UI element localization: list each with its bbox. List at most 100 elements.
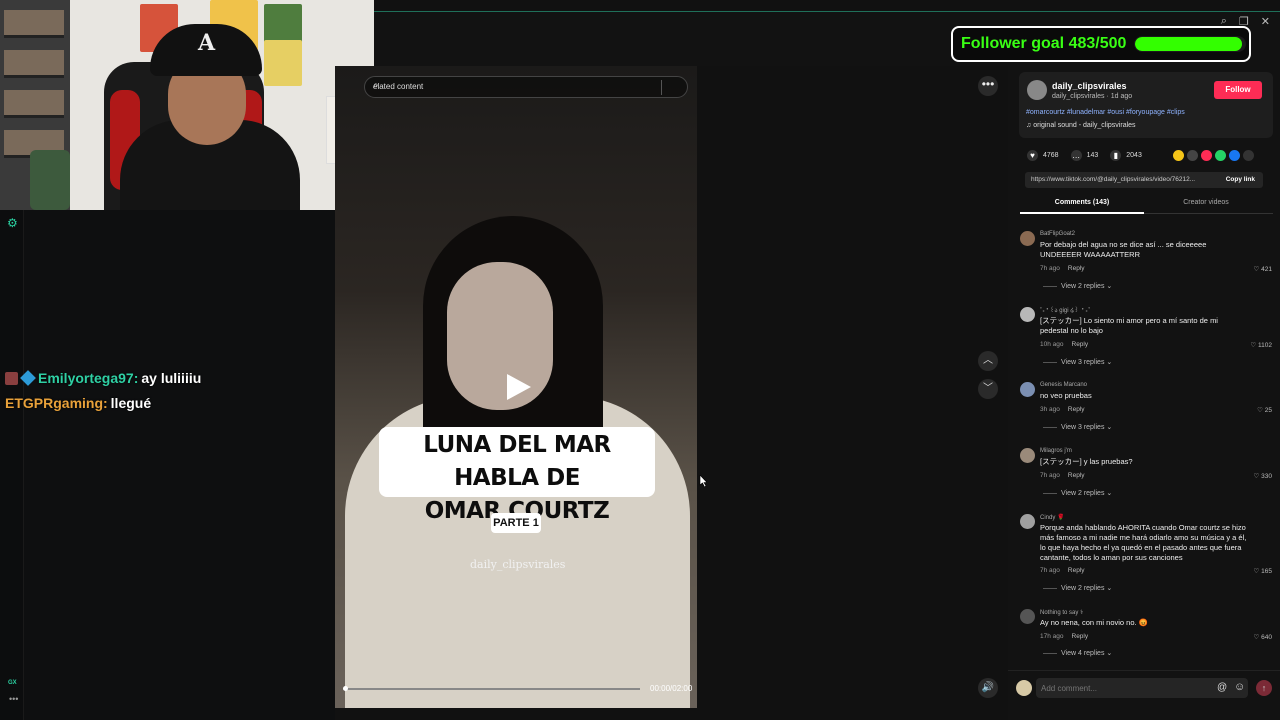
comment-stat[interactable]: … 143 [1070, 150, 1099, 161]
diamond-icon [20, 370, 36, 386]
comment-count: 143 [1086, 152, 1099, 159]
commenter-name[interactable]: ˚₊‧꒰ა gigi ໒꒱ ‧₊˚ [1040, 307, 1090, 314]
comment-age: 7h ago [1040, 472, 1060, 479]
whatsapp-share-icon[interactable] [1215, 150, 1226, 161]
commenter-name[interactable]: Cindy 🌹 [1040, 514, 1064, 521]
comment-item: ˚₊‧꒰ა gigi ໒꒱ ‧₊˚ [ステッカー] Lo siento mi a… [1020, 307, 1276, 377]
comment-icon: … [1070, 150, 1082, 161]
emoji-icon[interactable]: ☺ [1234, 681, 1245, 693]
chat-text: llegué [110, 395, 152, 411]
coin-share-icon[interactable] [1173, 150, 1184, 161]
hashtags[interactable]: #omarcourtz #lunadelmar #ousi #foryoupag… [1026, 109, 1185, 116]
follower-goal-widget: Follower goal 483/500 [951, 26, 1251, 62]
comment-like[interactable]: ♡ 640 [1254, 633, 1273, 641]
commenter-name[interactable]: Nothing to say ⚕ [1040, 609, 1083, 616]
video-title-card: LUNA DEL MAR HABLA DE OMAR COURTZ [379, 427, 655, 524]
comment-meta: 3h ago Reply [1040, 406, 1085, 413]
comment-age: 3h ago [1040, 406, 1060, 413]
reply-button[interactable]: Reply [1072, 341, 1089, 348]
comment-meta: 10h ago Reply [1040, 341, 1088, 348]
cap-logo: A [198, 30, 216, 56]
paper-plane-share-icon[interactable] [1201, 150, 1212, 161]
comment-like[interactable]: ♡ 421 [1254, 265, 1273, 273]
search-bar[interactable]: elated content ⌕ [364, 76, 688, 98]
reply-button[interactable]: Reply [1068, 567, 1085, 574]
commenter-avatar[interactable] [1020, 609, 1035, 624]
video-watermark: daily_clipsvirales [470, 558, 566, 571]
reply-button[interactable]: Reply [1068, 472, 1085, 479]
view-replies-label: View 3 replies [1061, 359, 1105, 366]
comment-age: 10h ago [1040, 341, 1064, 348]
badge-icon [5, 371, 18, 385]
video-time: 00:00/02:00 [650, 684, 693, 693]
video-progress-bar[interactable] [343, 686, 640, 691]
commenter-avatar[interactable] [1020, 307, 1035, 322]
progress-handle[interactable] [343, 686, 348, 691]
creator-meta: daily_clipsvirales · 1d ago [1052, 93, 1133, 100]
creator-avatar[interactable] [1027, 80, 1047, 100]
mention-icon[interactable]: @ [1217, 682, 1227, 693]
share-icon[interactable] [1243, 150, 1254, 161]
view-replies-button[interactable]: View 2 replies ⌄ [1043, 584, 1112, 592]
stream-left-panel [0, 210, 335, 720]
my-avatar [1016, 680, 1032, 696]
commenter-name[interactable]: Milagros j'm [1040, 448, 1072, 454]
comment-meta: 7h ago Reply [1040, 567, 1085, 574]
play-icon[interactable] [503, 372, 533, 402]
comment-like[interactable]: ♡ 330 [1254, 472, 1273, 480]
chat-text: ay luliiiiu [141, 370, 202, 386]
follower-goal-fill [1135, 37, 1242, 51]
comment-text: [ステッカー] y las pruebas? [1040, 457, 1133, 466]
commenter-name[interactable]: Genesis Marcano [1040, 382, 1087, 388]
view-replies-label: View 2 replies [1061, 490, 1105, 497]
like-stat[interactable]: ♥ 4768 [1027, 150, 1059, 161]
comment-meta: 7h ago Reply [1040, 472, 1085, 479]
follower-goal-label: Follower goal 483/500 [961, 35, 1127, 52]
view-replies-button[interactable]: View 4 replies ⌄ [1043, 649, 1112, 657]
more-options-button[interactable]: ••• [978, 76, 998, 96]
comment-like-count: 165 [1261, 568, 1272, 575]
follow-button[interactable]: Follow [1214, 81, 1262, 99]
sound-row[interactable]: ♫ original sound - daily_clipsvirales [1026, 122, 1136, 129]
video-url[interactable]: https://www.tiktok.com/@daily_clipsviral… [1031, 176, 1221, 183]
more-icon[interactable]: ••• [9, 694, 18, 704]
commenter-avatar[interactable] [1020, 448, 1035, 463]
comment-like-count: 330 [1261, 473, 1272, 480]
comment-item: BatFlipGoat2 Por debajo del agua no se d… [1020, 231, 1276, 301]
previous-video-button[interactable]: ︿ [978, 351, 998, 371]
reply-button[interactable]: Reply [1072, 633, 1089, 640]
comment-like[interactable]: ♡ 165 [1254, 567, 1273, 575]
gx-label: GX [8, 680, 17, 686]
commenter-avatar[interactable] [1020, 382, 1035, 397]
view-replies-button[interactable]: View 3 replies ⌄ [1043, 423, 1112, 431]
facebook-share-icon[interactable] [1229, 150, 1240, 161]
view-replies-button[interactable]: View 2 replies ⌄ [1043, 489, 1112, 497]
view-replies-button[interactable]: View 3 replies ⌄ [1043, 358, 1112, 366]
comment-text: Porque anda hablando AHORITA cuando Omar… [1040, 523, 1247, 562]
reply-button[interactable]: Reply [1068, 265, 1085, 272]
close-icon[interactable]: ✕ [1261, 15, 1270, 28]
commenter-avatar[interactable] [1020, 514, 1035, 529]
search-icon[interactable]: ⌕ [373, 80, 680, 91]
tab-creator-videos[interactable]: Creator videos [1144, 199, 1268, 206]
link-box: https://www.tiktok.com/@daily_clipsviral… [1025, 172, 1263, 188]
reply-button[interactable]: Reply [1068, 406, 1085, 413]
commenter-avatar[interactable] [1020, 231, 1035, 246]
tab-comments[interactable]: Comments (143) [1020, 199, 1144, 206]
chat-overlay: Emilyortega97: ay luliiiiu ETGPRgaming: … [5, 370, 335, 420]
copy-link-button[interactable]: Copy link [1226, 176, 1255, 183]
comment-like-count: 25 [1264, 407, 1272, 414]
embed-share-icon[interactable] [1187, 150, 1198, 161]
send-icon[interactable]: ↑ [1256, 680, 1272, 696]
gear-icon[interactable]: ⚙ [7, 216, 18, 230]
creator-username[interactable]: daily_clipsvirales [1052, 81, 1127, 91]
comment-like-count: 640 [1261, 634, 1272, 641]
comment-like[interactable]: ♡ 1102 [1250, 341, 1272, 349]
commenter-name[interactable]: BatFlipGoat2 [1040, 231, 1075, 237]
volume-button[interactable]: 🔊 [978, 678, 998, 698]
comment-like-count: 421 [1261, 266, 1272, 273]
next-video-button[interactable]: ﹀ [978, 379, 998, 399]
comment-like[interactable]: ♡ 25 [1257, 406, 1272, 414]
view-replies-button[interactable]: View 2 replies ⌄ [1043, 282, 1112, 290]
save-stat[interactable]: ▮ 2043 [1110, 150, 1142, 161]
